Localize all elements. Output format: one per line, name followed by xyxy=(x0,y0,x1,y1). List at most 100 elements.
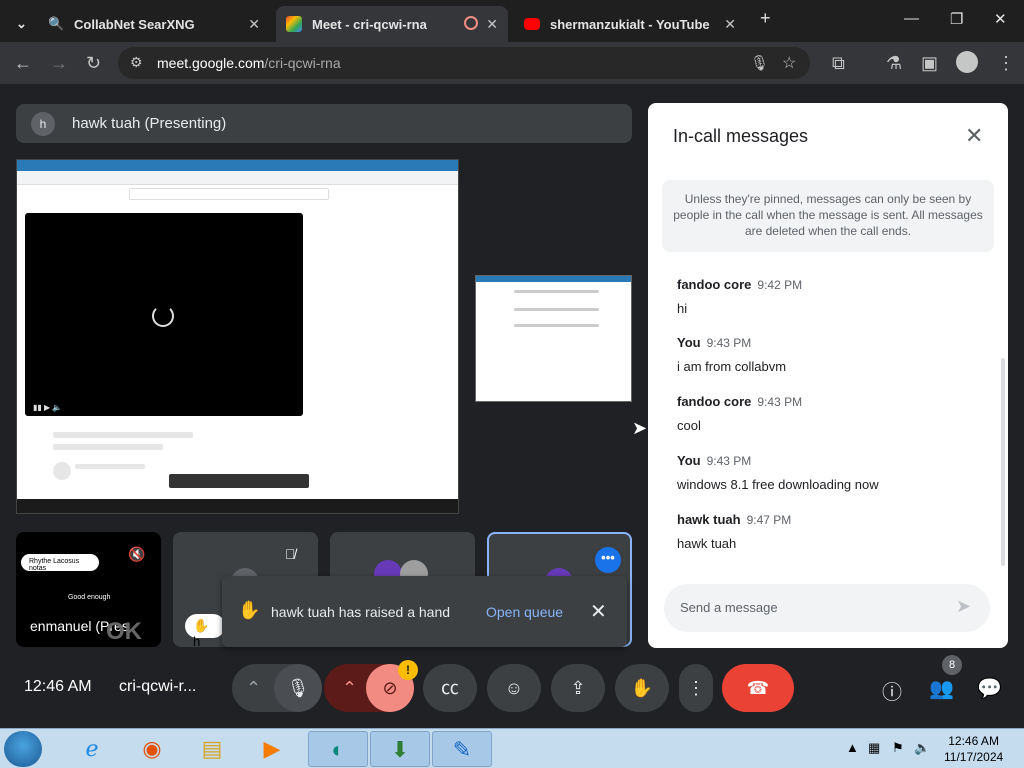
raised-hand-toast: ✋ hawk tuah has raised a hand Open queue… xyxy=(222,576,627,647)
message-text: i am from collabvm xyxy=(677,359,787,374)
microphone-icon: 🎙 xyxy=(286,678,310,698)
present-screen-button[interactable]: ⇪ xyxy=(551,664,605,712)
recording-indicator-icon xyxy=(464,16,478,30)
send-message-placeholder: Send a message xyxy=(680,600,778,615)
close-window-button[interactable]: ✕ xyxy=(994,10,1007,28)
presenter-avatar: h xyxy=(31,112,55,136)
microphone-icon[interactable]: 🎙 xyxy=(750,54,769,72)
close-icon[interactable]: ✕ xyxy=(248,16,260,33)
shared-screen[interactable]: ▮▮ ▶ 🔈 xyxy=(16,159,459,514)
open-queue-button[interactable]: Open queue xyxy=(486,604,563,620)
shared-screen-thumbnail[interactable] xyxy=(475,275,632,402)
camera-off-icon: ⊘ xyxy=(382,678,398,698)
close-icon[interactable]: ✕ xyxy=(724,16,736,33)
mic-muted-icon: 🔇 xyxy=(128,546,146,562)
forward-icon[interactable]: → xyxy=(50,53,68,74)
restore-button[interactable]: ❐ xyxy=(950,10,963,28)
skeleton-avatar xyxy=(53,462,71,480)
chat-message: You 9:43 PM windows 8.1 free downloading … xyxy=(677,453,879,492)
skeleton-line xyxy=(53,444,163,450)
chat-message: hawk tuah 9:47 PM hawk tuah xyxy=(677,512,791,551)
chat-message: You 9:43 PM i am from collabvm xyxy=(677,335,786,374)
message-text: hi xyxy=(677,301,688,316)
video-controls: ▮▮ ▶ 🔈 xyxy=(33,403,63,412)
action-center-flag-icon[interactable]: ⚑ xyxy=(892,740,904,756)
browser-toolbar: ← → ↻ ⚙ meet.google.com/cri-qcwi-rna 🎙 ☆… xyxy=(0,42,1024,84)
message-sender: You xyxy=(677,335,701,350)
url-text[interactable]: meet.google.com/cri-qcwi-rna xyxy=(157,55,341,71)
firefox-icon[interactable]: ◉ xyxy=(122,731,182,767)
messages-scrollbar[interactable] xyxy=(1001,358,1005,566)
tab-searxng[interactable]: 🔍 CollabNet SearXNG ✕ xyxy=(38,6,270,42)
send-icon[interactable]: ➤ xyxy=(956,596,971,617)
raise-hand-button[interactable]: ✋ xyxy=(615,664,669,712)
file-explorer-icon[interactable]: ▤ xyxy=(182,731,242,767)
cleaner-icon[interactable]: ✎ xyxy=(432,731,492,767)
shared-screen-tabbar xyxy=(17,160,458,171)
hand-icon: ✋ xyxy=(193,618,210,633)
search-icon: 🔍 xyxy=(48,16,65,31)
google-meet-icon xyxy=(286,16,302,32)
network-icon[interactable]: ▦ xyxy=(868,740,880,756)
side-panel-icon[interactable]: ▣ xyxy=(921,53,938,74)
address-bar[interactable]: ⚙ meet.google.com/cri-qcwi-rna 🎙 ☆ xyxy=(118,47,810,79)
back-icon[interactable]: ← xyxy=(14,53,32,74)
show-hidden-icons[interactable]: ▲ xyxy=(846,740,859,755)
new-tab-button[interactable]: + xyxy=(760,8,771,29)
more-options-button[interactable]: ⋮ xyxy=(679,664,713,712)
tab-meet[interactable]: Meet - cri-qcwi-rna ✕ xyxy=(276,6,508,42)
meeting-info-icon[interactable]: ⓘ xyxy=(882,676,902,705)
media-player-icon[interactable]: ▶ xyxy=(242,731,302,767)
close-icon[interactable]: ✕ xyxy=(486,16,498,33)
chrome-taskbar-button[interactable]: ◐ xyxy=(308,731,368,767)
browser-menu-icon[interactable]: ⋮ xyxy=(997,53,1015,74)
tab-youtube[interactable]: shermanzukialt - YouTube ✕ xyxy=(514,6,746,42)
leave-call-button[interactable]: ☎ xyxy=(722,664,794,712)
start-button[interactable] xyxy=(4,731,42,767)
message-sender: You xyxy=(677,453,701,468)
download-manager-icon[interactable]: ⬇ xyxy=(370,731,430,767)
internet-explorer-icon[interactable]: ℯ xyxy=(62,731,122,767)
labs-flask-icon[interactable]: ⚗ xyxy=(886,53,902,74)
reload-icon[interactable]: ↻ xyxy=(86,53,101,74)
skeleton-line xyxy=(53,432,193,438)
shared-video-player: ▮▮ ▶ 🔈 xyxy=(25,213,303,416)
microphone-toggle-button[interactable]: 🎙 xyxy=(274,664,322,712)
url-path: /cri-qcwi-rna xyxy=(264,55,341,71)
tile-more-options-button[interactable]: ••• xyxy=(595,547,621,573)
panel-title: In-call messages xyxy=(673,126,809,146)
extensions-icon[interactable]: ⧉ xyxy=(832,53,845,74)
chat-icon[interactable]: 💬 xyxy=(977,676,1002,701)
captions-button[interactable]: ㏄ xyxy=(423,664,477,712)
close-icon[interactable]: ✕ xyxy=(590,599,607,624)
volume-icon[interactable]: 🔈 xyxy=(914,740,930,756)
mic-muted-icon: 🎙̸ xyxy=(285,546,296,562)
minimize-button[interactable]: — xyxy=(904,10,919,27)
shared-toast xyxy=(169,474,309,488)
close-panel-button[interactable]: ✕ xyxy=(965,123,983,149)
url-host: meet.google.com xyxy=(157,55,265,71)
chat-message: fandoo core 9:43 PM cool xyxy=(677,394,802,433)
hand-icon: ✋ xyxy=(238,600,261,620)
audio-options-chevron-icon[interactable]: ⌃ xyxy=(246,664,261,712)
message-text: cool xyxy=(677,418,701,433)
reactions-button[interactable]: ☺ xyxy=(487,664,541,712)
chat-message: fandoo core 9:42 PM hi xyxy=(677,277,802,316)
message-time: 9:47 PM xyxy=(746,513,792,527)
video-options-chevron-icon[interactable]: ⌃ xyxy=(342,664,357,712)
mic-control-group: ⌃ 🎙 xyxy=(232,664,322,712)
people-icon[interactable]: 👥 xyxy=(929,676,954,701)
youtube-icon xyxy=(524,18,540,30)
message-time: 9:42 PM xyxy=(757,278,803,292)
tile-chat-bubble: Rhythe Lacosus notas xyxy=(21,554,99,572)
hand-icon: ✋ xyxy=(630,678,654,698)
profile-avatar-icon[interactable] xyxy=(956,51,978,73)
bookmark-star-icon[interactable]: ☆ xyxy=(782,53,796,73)
in-call-messages-panel: In-call messages ✕ Unless they're pinned… xyxy=(648,103,1008,648)
site-info-icon[interactable]: ⚙ xyxy=(130,54,143,71)
tab-search-dropdown[interactable]: ⌄ xyxy=(6,6,36,42)
send-message-input[interactable]: Send a message ➤ xyxy=(664,584,990,632)
system-clock[interactable]: 12:46 AM 11/17/2024 xyxy=(944,733,1003,765)
participant-tile-enmanuel[interactable]: Rhythe Lacosus notas 🔇 Good enough enman… xyxy=(16,532,161,647)
skeleton-line xyxy=(514,308,599,311)
